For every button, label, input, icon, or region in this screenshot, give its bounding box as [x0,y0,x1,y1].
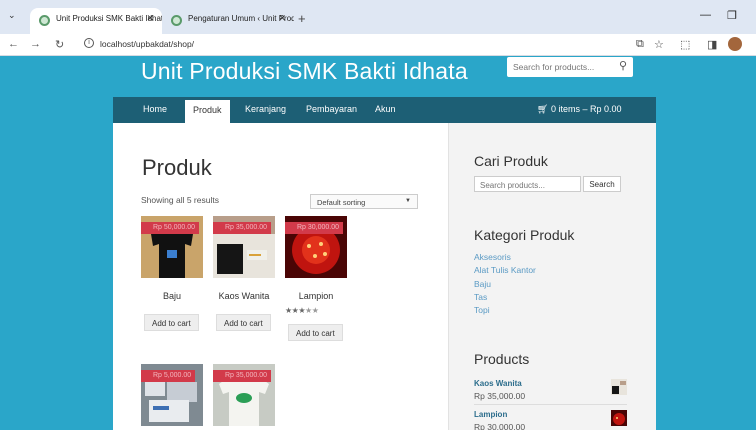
close-tab-icon[interactable]: ✕ [278,13,286,24]
widget-title-products: Products [474,351,530,367]
price-tag: Rp 5,000.00 [141,370,196,382]
browser-tab-active[interactable]: Unit Produksi SMK Bakti Idhata ✕ [30,8,162,34]
main-content: Produk Showing all 5 results Default sor… [113,123,448,430]
site-search-input[interactable] [513,60,609,74]
site-favicon-icon [39,15,50,26]
forward-icon[interactable]: → [30,38,41,50]
nav-item-home[interactable]: Home [143,104,167,114]
price-tag: Rp 35,000.00 [213,370,272,382]
url-field[interactable]: localhost/upbakdat/shop/ [100,39,194,49]
price-tag: Rp 50,000.00 [141,222,200,234]
back-icon[interactable]: ← [8,38,19,50]
reload-icon[interactable]: ↻ [55,38,64,51]
sidebar-product-price: Rp 30,000.00 [474,422,526,430]
nav-item-keranjang[interactable]: Keranjang [245,104,286,114]
star-rating: ★★★★★ [285,306,319,315]
browser-tab[interactable]: Pengaturan Umum ‹ Unit Produksi ✕ [162,8,294,34]
price-tag: Rp 30,000.00 [285,222,344,234]
widget-title-search: Cari Produk [474,153,548,169]
address-bar: ← → ↻ i localhost/upbakdat/shop/ ⧉ ☆ ⬚ ◨ [0,34,756,56]
nav-item-akun[interactable]: Akun [375,104,396,114]
cart-icon: 🛒︎ [537,104,551,114]
sidebar: Cari Produk Search Kategori Produk Akses… [448,123,656,430]
side-panel-icon[interactable]: ◨ [707,38,717,51]
sidebar-product-name[interactable]: Lampion [474,410,507,419]
extensions-icon[interactable]: ⬚ [680,38,690,51]
new-tab-button[interactable]: + [298,11,306,26]
sorting-value: Default sorting [317,198,366,207]
category-link[interactable]: Aksesoris [474,252,511,262]
sorting-select[interactable]: Default sorting ▼ [310,194,418,209]
close-tab-icon[interactable]: ✕ [146,13,154,24]
add-to-cart-button[interactable]: Add to cart [144,314,199,331]
restore-icon[interactable]: ❐ [727,9,737,22]
nav-item-produk[interactable]: Produk [185,100,230,123]
category-link[interactable]: Topi [474,305,490,315]
sidebar-product-thumbnail[interactable] [611,379,627,395]
category-link[interactable]: Tas [474,292,487,302]
info-icon[interactable]: i [84,38,94,48]
translate-icon[interactable]: ⧉ [636,38,644,51]
site-title[interactable]: Unit Produksi SMK Bakti Idhata [141,58,468,85]
product-name[interactable]: Baju [141,291,203,301]
product-name[interactable]: Lampion [285,291,347,301]
page-title: Produk [142,155,212,180]
search-button[interactable]: Search [583,176,621,192]
chevron-down-icon: ▼ [405,198,411,204]
cart-summary[interactable]: 🛒︎ 0 items – Rp 0.00 [537,104,621,115]
result-count: Showing all 5 results [141,195,219,205]
sidebar-product-name[interactable]: Kaos Wanita [474,379,522,388]
product-search-input[interactable] [474,176,581,192]
profile-avatar[interactable] [728,37,742,51]
price-tag: Rp 35,000.00 [213,222,272,234]
sidebar-product-thumbnail[interactable] [611,410,627,426]
divider [474,404,627,405]
sidebar-product-price: Rp 35,000.00 [474,391,526,401]
add-to-cart-button[interactable]: Add to cart [216,314,271,331]
product-name[interactable]: Kaos Wanita [213,291,275,301]
site-search: ⚲ [507,57,633,77]
add-to-cart-button[interactable]: Add to cart [288,324,343,341]
star-icon: ★★★ [285,306,306,315]
bookmark-star-icon[interactable]: ☆ [654,38,664,51]
widget-title-categories: Kategori Produk [474,227,575,243]
nav-item-pembayaran[interactable]: Pembayaran [306,104,357,114]
category-link[interactable]: Alat Tulis Kantor [474,265,536,275]
browser-tab-bar: ⌄ Unit Produksi SMK Bakti Idhata ✕ Penga… [0,0,756,34]
search-icon[interactable]: ⚲ [619,59,627,72]
star-empty-icon: ★★ [305,306,319,315]
tab-search-icon[interactable]: ⌄ [8,10,22,24]
minimize-icon[interactable]: — [700,9,711,21]
site-favicon-icon [171,15,182,26]
cart-summary-text: 0 items – Rp 0.00 [550,104,622,114]
primary-navigation: Home Produk Keranjang Pembayaran Akun 🛒︎… [113,97,656,123]
category-link[interactable]: Baju [474,279,491,289]
